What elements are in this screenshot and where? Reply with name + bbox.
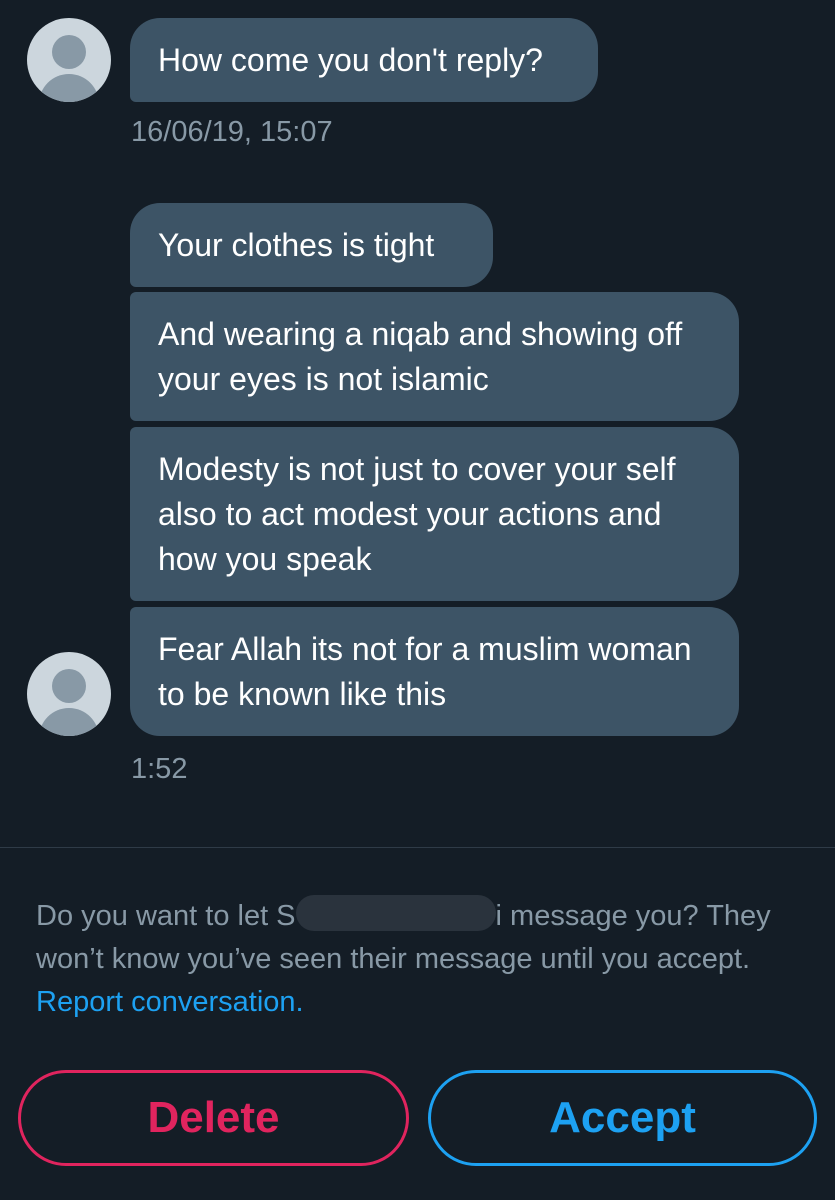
message-request-prompt: Do you want to let Si message you? They … [36, 895, 806, 1024]
avatar-body-shape [39, 708, 99, 736]
message-timestamp: 1:52 [131, 753, 188, 785]
message-text: How come you don't reply? [158, 42, 543, 78]
message-text: Modesty is not just to cover your self a… [158, 451, 676, 577]
accept-button-label: Accept [549, 1093, 696, 1142]
redacted-username [295, 895, 496, 931]
message-bubble[interactable]: How come you don't reply? [130, 18, 598, 102]
avatar-head-shape [52, 669, 86, 703]
sender-avatar[interactable] [27, 652, 111, 736]
report-conversation-link[interactable]: Report conversation. [36, 986, 304, 1018]
message-bubble[interactable]: Your clothes is tight [130, 203, 493, 287]
section-divider [0, 847, 835, 848]
message-timestamp: 16/06/19, 15:07 [131, 116, 333, 148]
message-bubble[interactable]: And wearing a niqab and showing off your… [130, 292, 739, 421]
message-text: And wearing a niqab and showing off your… [158, 316, 683, 397]
sender-avatar[interactable] [27, 18, 111, 102]
message-text: Fear Allah its not for a muslim woman to… [158, 631, 692, 712]
avatar-body-shape [39, 74, 99, 102]
message-bubble[interactable]: Modesty is not just to cover your self a… [130, 427, 739, 601]
message-bubble[interactable]: Fear Allah its not for a muslim woman to… [130, 607, 739, 736]
request-prompt-start: Do you want to let S [36, 900, 296, 932]
message-text: Your clothes is tight [158, 227, 435, 263]
delete-button[interactable]: Delete [18, 1070, 409, 1166]
delete-button-label: Delete [147, 1093, 280, 1142]
request-prompt-end: i message you? [495, 900, 699, 932]
accept-button[interactable]: Accept [428, 1070, 817, 1166]
avatar-head-shape [52, 35, 86, 69]
